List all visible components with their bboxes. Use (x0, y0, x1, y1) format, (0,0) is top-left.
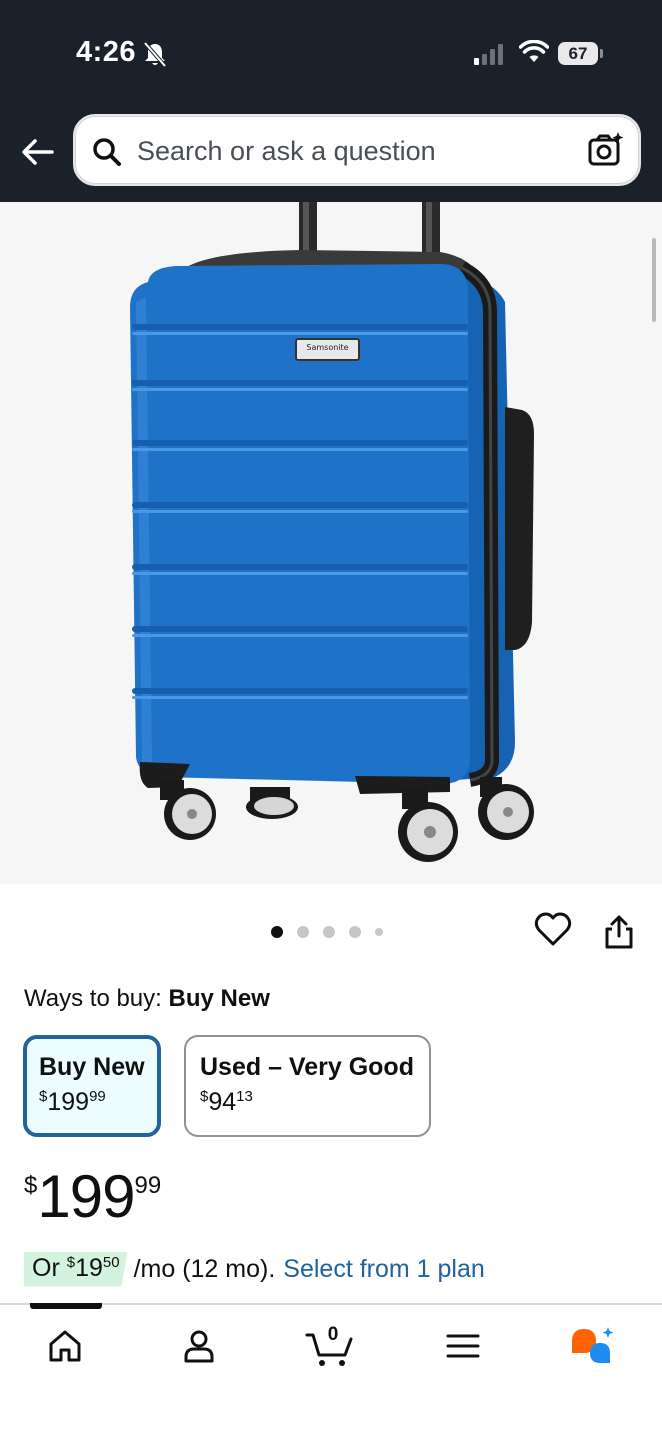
ways-to-buy: Ways to buy: Buy New (24, 985, 270, 1013)
header: 4:26 67 Search or ask a question (0, 0, 662, 202)
buy-new-option[interactable]: Buy New $19999 (23, 1035, 161, 1137)
option-title: Buy New (39, 1053, 145, 1081)
carousel-dot[interactable] (323, 926, 335, 938)
carousel-dot[interactable] (349, 926, 361, 938)
image-scrollbar (652, 238, 656, 322)
monthly-payment: Or $1950 /mo (12 mo). Select from 1 plan (24, 1249, 485, 1289)
cart-count: 0 (327, 1324, 339, 1345)
select-plan-link[interactable]: Select from 1 plan (283, 1255, 485, 1284)
search-placeholder: Search or ask a question (137, 136, 436, 166)
carousel-dot[interactable] (297, 926, 309, 938)
monthly-badge: Or $1950 (24, 1251, 128, 1287)
share-icon[interactable] (603, 914, 635, 950)
search-input[interactable]: Search or ask a question (73, 114, 641, 186)
carousel-dots[interactable] (271, 926, 383, 938)
account-icon[interactable] (180, 1327, 218, 1365)
product-price: $19999 (24, 1163, 162, 1230)
battery-indicator: 67 (558, 42, 598, 65)
search-icon (93, 138, 121, 166)
ways-to-buy-selected: Buy New (168, 985, 270, 1012)
camera-search-icon[interactable] (587, 131, 625, 169)
cart-button[interactable]: 0 (305, 1323, 355, 1369)
monthly-terms: /mo (12 mo). (133, 1254, 276, 1283)
option-price: $19999 (39, 1088, 106, 1116)
ways-to-buy-label: Ways to buy: (24, 985, 162, 1012)
status-time: 4:26 (76, 36, 137, 68)
heart-icon[interactable] (534, 912, 572, 948)
used-very-good-option[interactable]: Used – Very Good $9413 (184, 1035, 431, 1137)
home-icon[interactable] (46, 1327, 84, 1365)
signal-icon (474, 43, 503, 65)
rufus-assistant-icon[interactable] (570, 1327, 616, 1367)
product-image-carousel[interactable]: Samsonite (0, 202, 662, 884)
carousel-dot[interactable] (271, 926, 283, 938)
back-arrow-icon[interactable] (18, 132, 58, 172)
option-title: Used – Very Good (200, 1053, 414, 1081)
bottom-nav: 0 (0, 1303, 662, 1440)
brand-label: Samsonite (306, 343, 349, 352)
active-tab-indicator (30, 1303, 102, 1309)
menu-icon[interactable] (445, 1327, 481, 1365)
carousel-dot[interactable] (375, 928, 383, 936)
bell-off-icon (143, 42, 167, 68)
luggage-image (130, 202, 534, 862)
option-price: $9413 (200, 1088, 253, 1116)
battery-tip (600, 49, 603, 58)
product-page: 4:26 67 Search or ask a question Samsoni… (0, 0, 662, 1440)
wifi-icon (519, 40, 549, 62)
